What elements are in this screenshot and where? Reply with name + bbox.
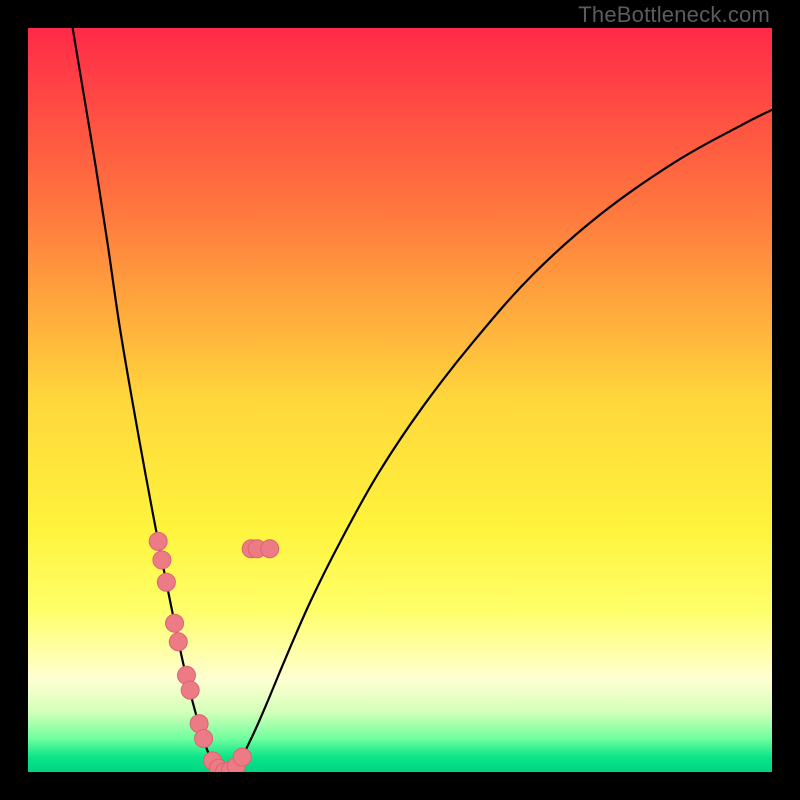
chart-frame: TheBottleneck.com — [0, 0, 800, 800]
plot-area — [28, 28, 772, 772]
data-marker — [169, 633, 187, 651]
watermark-text: TheBottleneck.com — [578, 2, 770, 28]
data-marker — [166, 614, 184, 632]
data-marker — [157, 573, 175, 591]
data-marker — [153, 551, 171, 569]
data-marker — [261, 540, 279, 558]
chart-svg — [28, 28, 772, 772]
data-marker — [149, 532, 167, 550]
data-marker — [233, 748, 251, 766]
data-marker — [195, 730, 213, 748]
gradient-background — [28, 28, 772, 772]
data-marker — [181, 681, 199, 699]
